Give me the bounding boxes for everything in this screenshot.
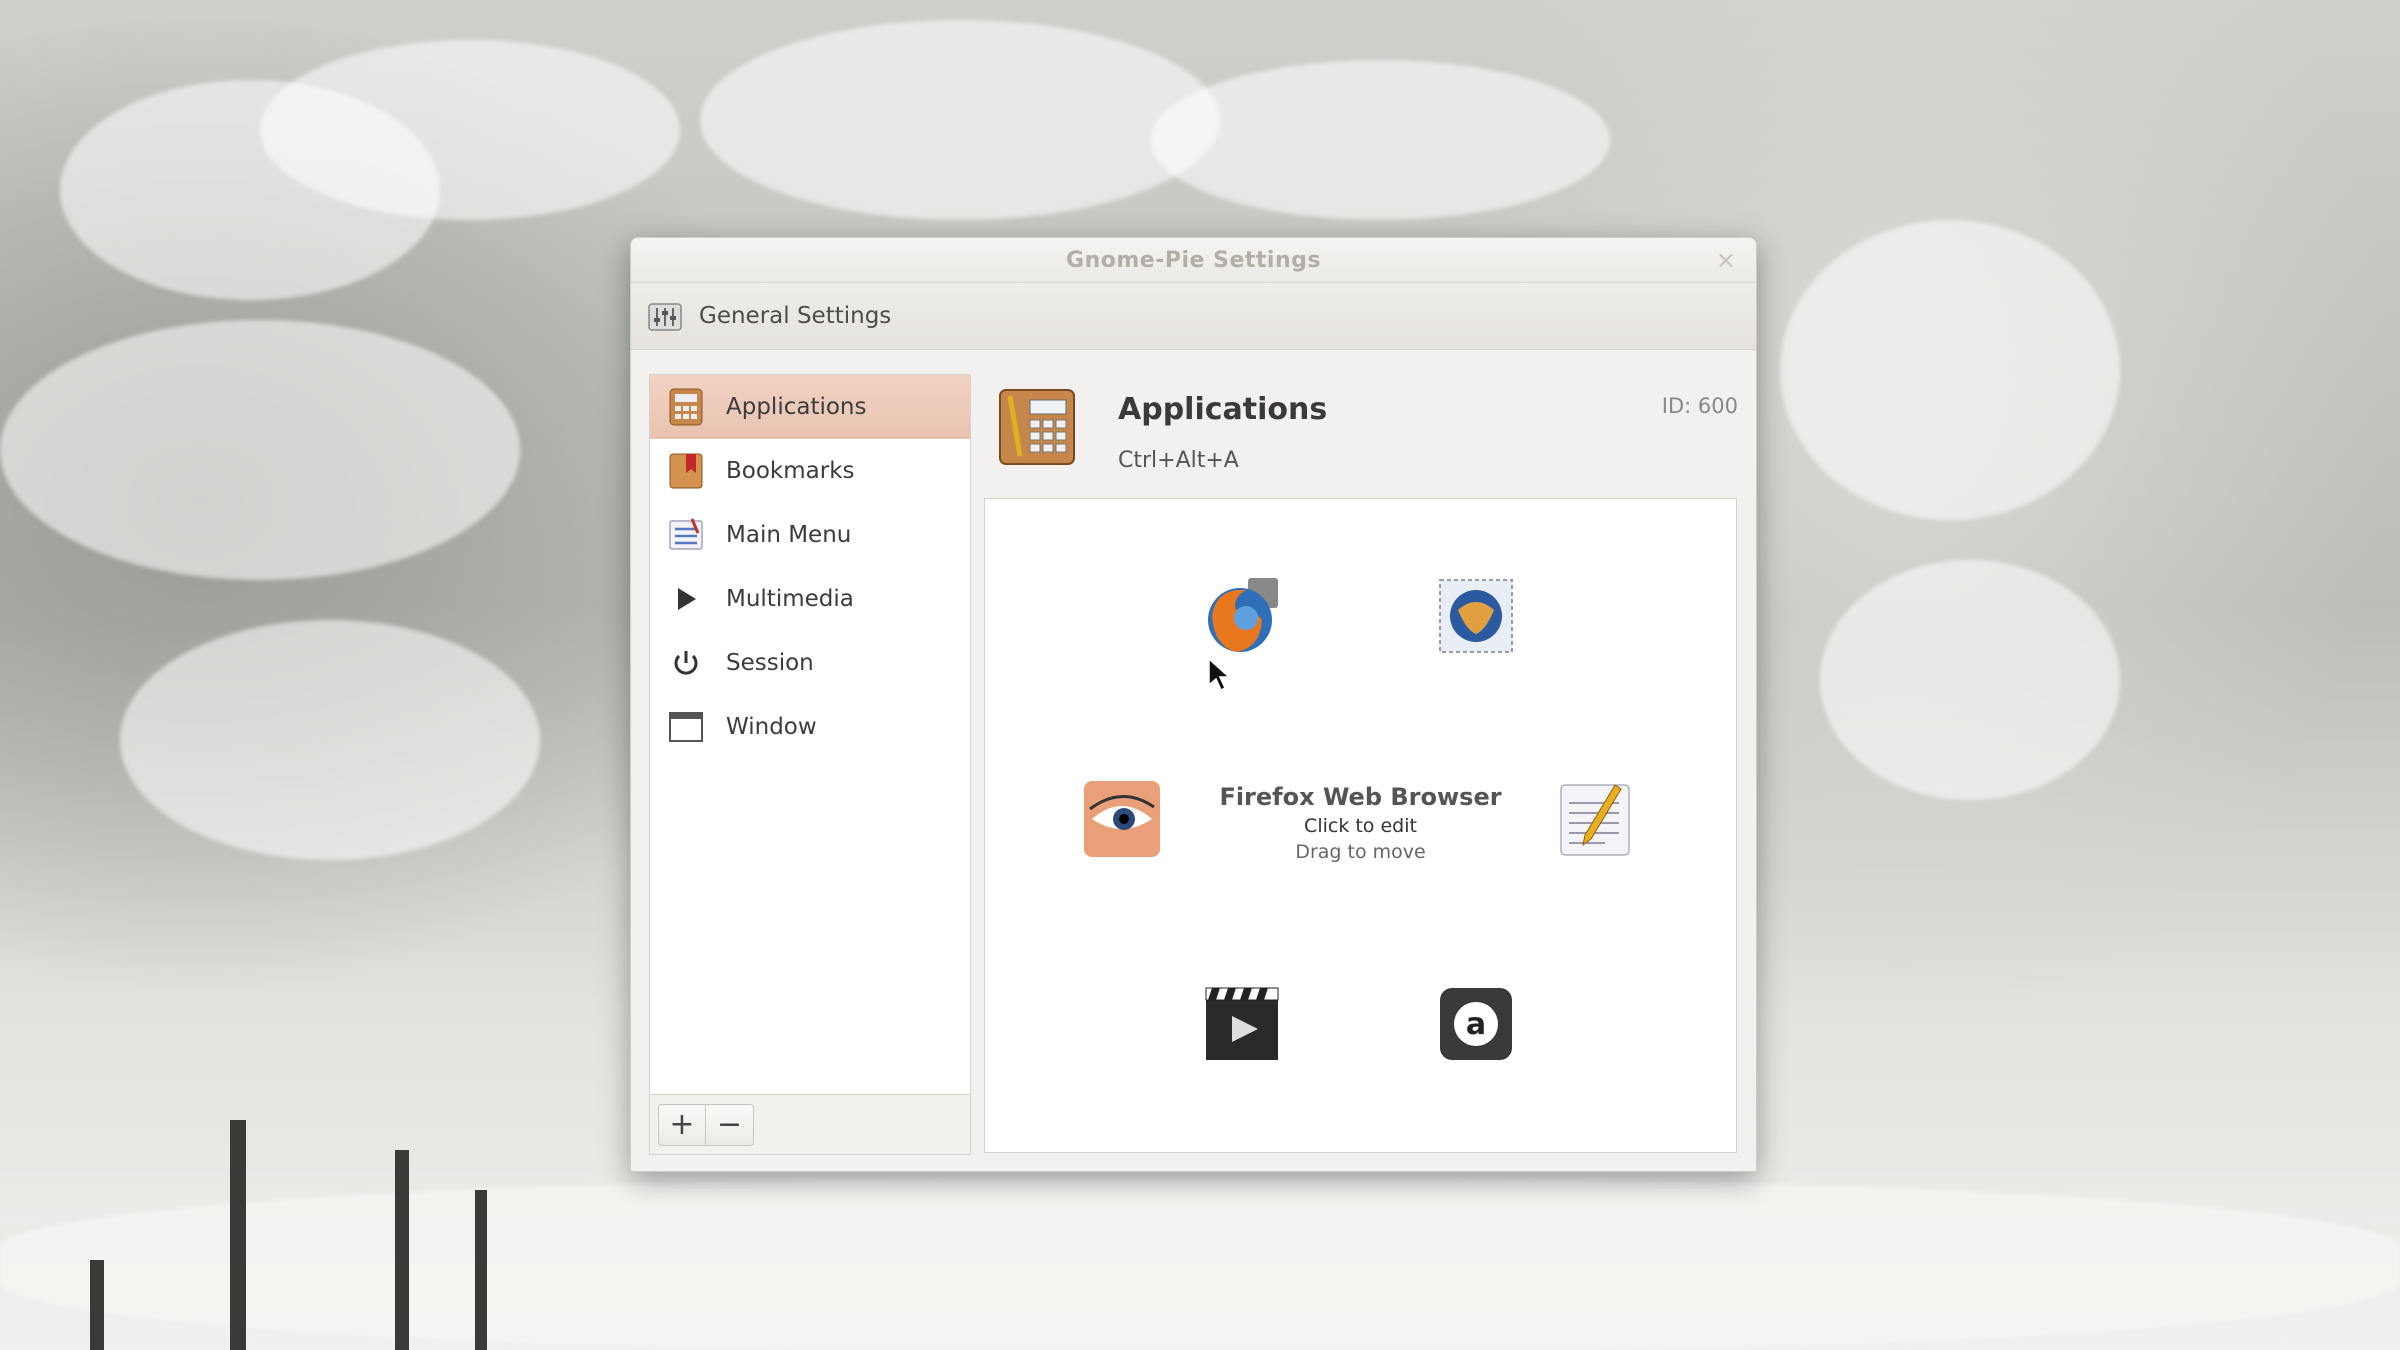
firefox-icon[interactable] bbox=[1202, 576, 1282, 656]
drag-to-move-hint: Drag to move bbox=[1295, 841, 1426, 863]
amazon-icon[interactable]: a bbox=[1436, 984, 1516, 1064]
sidebar-item-label: Bookmarks bbox=[726, 458, 855, 484]
close-icon[interactable]: × bbox=[1716, 246, 1736, 274]
sidebar-item-label: Applications bbox=[726, 394, 867, 420]
sidebar-item-applications[interactable]: Applications bbox=[650, 375, 970, 439]
pie-header: Applications Ctrl+Alt+A ID: 600 bbox=[996, 386, 1738, 478]
power-icon bbox=[666, 643, 706, 683]
active-slice-name: Firefox Web Browser bbox=[1219, 783, 1502, 811]
sidebar-item-window[interactable]: Window bbox=[650, 695, 970, 759]
sidebar-item-label: Main Menu bbox=[726, 522, 852, 548]
sidebar-item-label: Window bbox=[726, 714, 817, 740]
pie-list-sidebar: Applications Bookmarks Main Menu Multime… bbox=[649, 374, 971, 1155]
sidebar-item-multimedia[interactable]: Multimedia bbox=[650, 567, 970, 631]
menu-icon bbox=[666, 515, 706, 555]
slice-center-label: Firefox Web Browser Click to edit Drag t… bbox=[985, 783, 1736, 863]
calculator-icon[interactable] bbox=[996, 386, 1078, 468]
remove-pie-button[interactable]: − bbox=[706, 1103, 754, 1146]
sidebar-item-main-menu[interactable]: Main Menu bbox=[650, 503, 970, 567]
toolbar: General Settings bbox=[631, 283, 1756, 350]
general-settings-label: General Settings bbox=[699, 303, 892, 329]
sidebar-item-bookmarks[interactable]: Bookmarks bbox=[650, 439, 970, 503]
sidebar-footer: + − bbox=[650, 1094, 970, 1154]
window-title: Gnome-Pie Settings bbox=[1066, 247, 1321, 273]
play-icon bbox=[666, 579, 706, 619]
video-player-icon[interactable] bbox=[1202, 984, 1282, 1064]
add-pie-button[interactable]: + bbox=[658, 1103, 706, 1146]
pie-id: ID: 600 bbox=[1661, 394, 1738, 418]
sliders-icon bbox=[648, 303, 682, 331]
settings-window: Gnome-Pie Settings × General Settings Ap… bbox=[630, 237, 1757, 1172]
pie-preview[interactable]: a Firefox Web Browser Click to edit Drag… bbox=[984, 498, 1737, 1153]
pie-name[interactable]: Applications bbox=[1118, 392, 1327, 427]
sidebar-item-session[interactable]: Session bbox=[650, 631, 970, 695]
general-settings-button[interactable]: General Settings bbox=[647, 298, 891, 334]
sidebar-item-label: Session bbox=[726, 650, 814, 676]
thunderbird-icon[interactable] bbox=[1436, 576, 1516, 656]
titlebar[interactable]: Gnome-Pie Settings × bbox=[631, 238, 1756, 283]
pie-hotkey[interactable]: Ctrl+Alt+A bbox=[1118, 448, 1239, 473]
window-icon bbox=[666, 707, 706, 747]
mouse-cursor-icon bbox=[1208, 657, 1231, 692]
svg-text:a: a bbox=[1466, 1007, 1486, 1042]
calculator-icon bbox=[666, 387, 706, 427]
pie-list: Applications Bookmarks Main Menu Multime… bbox=[650, 375, 970, 759]
bookmark-icon bbox=[666, 451, 706, 491]
sidebar-item-label: Multimedia bbox=[726, 586, 854, 612]
click-to-edit-hint: Click to edit bbox=[1304, 815, 1417, 837]
